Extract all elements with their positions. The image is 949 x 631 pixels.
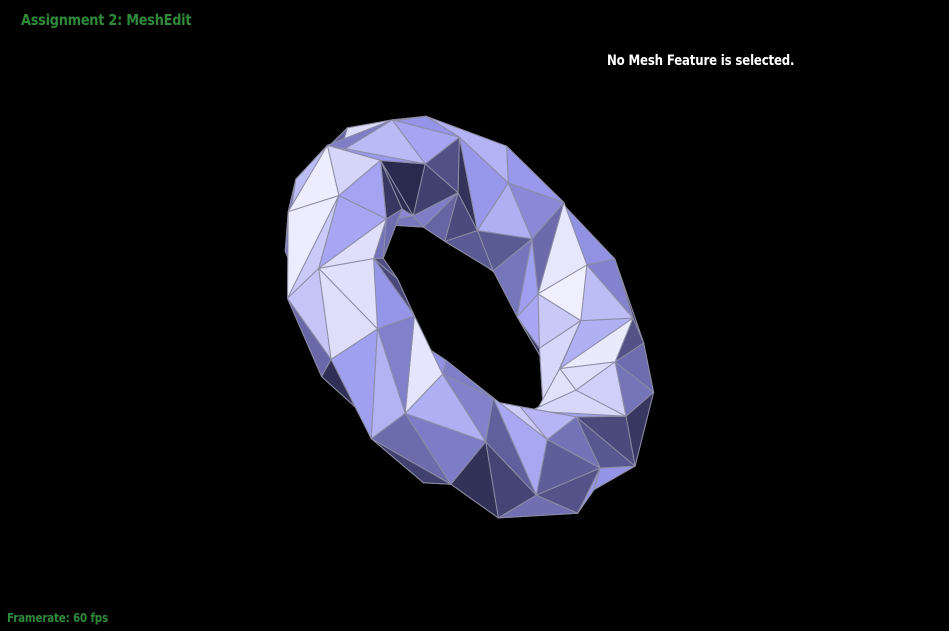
3d-viewport[interactable]: [0, 0, 949, 631]
meshedit-window: Assignment 2: MeshEdit No Mesh Feature i…: [0, 0, 949, 631]
selection-status: No Mesh Feature is selected.: [607, 53, 795, 69]
framerate-readout: Framerate: 60 fps: [7, 611, 108, 625]
mesh-face[interactable]: [593, 465, 636, 491]
torus-mesh[interactable]: [0, 0, 949, 631]
app-title: Assignment 2: MeshEdit: [21, 11, 192, 29]
